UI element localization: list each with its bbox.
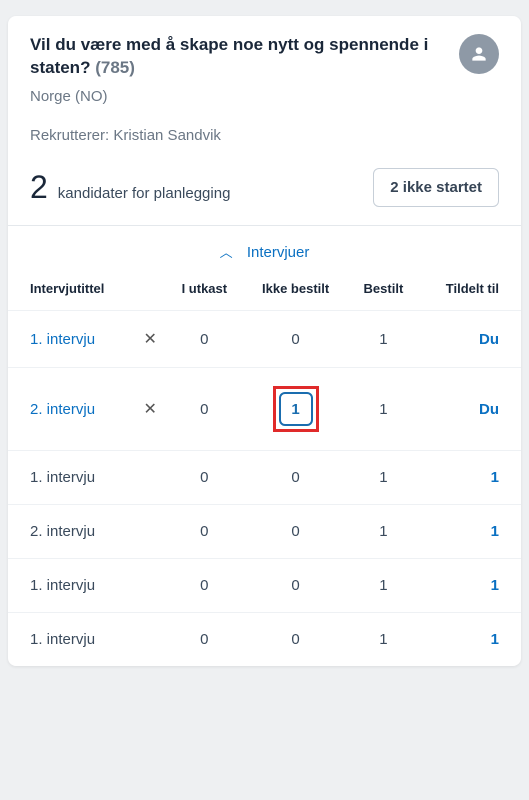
col-title: Intervjutittel [8, 271, 135, 311]
ordered-count: 1 [348, 559, 419, 613]
not-ordered-count: 0 [243, 505, 347, 559]
not-ordered-count[interactable]: 1 [243, 368, 347, 451]
draft-count: 0 [165, 559, 243, 613]
collapse-label: Intervjuer [247, 244, 310, 261]
table-row: 1. intervju0011 [8, 613, 521, 667]
job-id: (785) [95, 58, 135, 77]
person-icon [469, 44, 489, 64]
col-assigned: Tildelt til [419, 271, 521, 311]
interview-title: 1. intervju [8, 451, 135, 505]
interview-table: Intervjutittel I utkast Ikke bestilt Bes… [8, 271, 521, 667]
summary-row: 2 kandidater for planlegging 2 ikke star… [8, 154, 521, 226]
draft-count: 0 [165, 505, 243, 559]
assigned-to[interactable]: 1 [419, 559, 521, 613]
candidate-count: 2 [30, 169, 48, 206]
job-title-text: Vil du være med å skape noe nytt og spen… [30, 35, 428, 77]
assigned-to[interactable]: 1 [419, 505, 521, 559]
not-started-button[interactable]: 2 ikke startet [373, 168, 499, 207]
close-icon[interactable]: ✕ [143, 401, 156, 418]
interview-title: 2. intervju [8, 505, 135, 559]
interview-title[interactable]: 2. intervju [8, 368, 135, 451]
col-draft: I utkast [165, 271, 243, 311]
not-ordered-badge[interactable]: 1 [279, 392, 313, 426]
row-close-cell[interactable]: ✕ [135, 368, 165, 451]
job-title: Vil du være med å skape noe nytt og spen… [30, 34, 499, 80]
table-row: 2. intervju0011 [8, 505, 521, 559]
table-row: 1. intervju0011 [8, 559, 521, 613]
row-close-cell [135, 505, 165, 559]
assigned-to[interactable]: 1 [419, 613, 521, 667]
col-ordered: Bestilt [348, 271, 419, 311]
collapse-toggle[interactable]: ︿ Intervjuer [8, 226, 521, 271]
table-row: 1. intervju✕001Du [8, 311, 521, 368]
close-icon[interactable]: ✕ [143, 331, 156, 348]
assigned-to[interactable]: Du [419, 311, 521, 368]
ordered-count: 1 [348, 368, 419, 451]
candidate-count-label: kandidater for planlegging [58, 185, 231, 202]
ordered-count: 1 [348, 451, 419, 505]
row-close-cell [135, 613, 165, 667]
summary-left: 2 kandidater for planlegging [30, 169, 230, 206]
not-ordered-count: 0 [243, 613, 347, 667]
table-row: 2. intervju✕011Du [8, 368, 521, 451]
ordered-count: 1 [348, 505, 419, 559]
card-header: Vil du være med å skape noe nytt og spen… [8, 16, 521, 154]
job-location: Norge (NO) [30, 88, 499, 105]
not-ordered-count: 0 [243, 451, 347, 505]
interview-title: 1. intervju [8, 613, 135, 667]
assigned-to[interactable]: Du [419, 368, 521, 451]
recruiter-label: Rekrutterer: [30, 127, 109, 144]
table-row: 1. intervju0011 [8, 451, 521, 505]
interview-card: Vil du være med å skape noe nytt og spen… [8, 16, 521, 666]
draft-count: 0 [165, 451, 243, 505]
not-ordered-count: 0 [243, 559, 347, 613]
highlight-annotation: 1 [273, 386, 319, 432]
draft-count: 0 [165, 368, 243, 451]
recruiter-line: Rekrutterer: Kristian Sandvik [30, 127, 499, 144]
chevron-up-icon: ︿ [220, 242, 233, 261]
col-close-spacer [135, 271, 165, 311]
recruiter-name: Kristian Sandvik [113, 127, 221, 144]
profile-button[interactable] [459, 34, 499, 74]
ordered-count: 1 [348, 613, 419, 667]
row-close-cell [135, 559, 165, 613]
draft-count: 0 [165, 613, 243, 667]
interview-title[interactable]: 1. intervju [8, 311, 135, 368]
row-close-cell [135, 451, 165, 505]
assigned-to[interactable]: 1 [419, 451, 521, 505]
not-ordered-count: 0 [243, 311, 347, 368]
row-close-cell[interactable]: ✕ [135, 311, 165, 368]
interview-title: 1. intervju [8, 559, 135, 613]
draft-count: 0 [165, 311, 243, 368]
col-not-ordered: Ikke bestilt [243, 271, 347, 311]
ordered-count: 1 [348, 311, 419, 368]
